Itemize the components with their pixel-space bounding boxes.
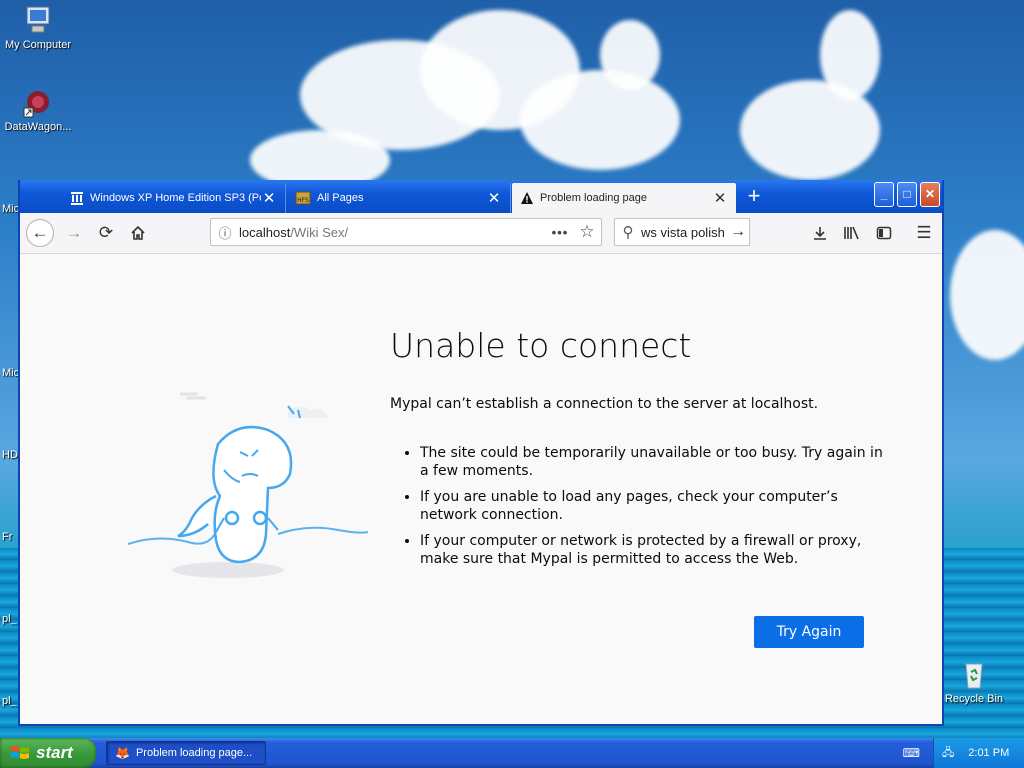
forward-arrow-icon[interactable]: → — [60, 219, 88, 247]
tab-close-icon[interactable]: ✕ — [261, 189, 277, 207]
library-icon — [71, 192, 83, 205]
desktop-icon-datawagon[interactable]: DataWagon... — [0, 86, 76, 133]
desktop-icon-label: My Computer — [4, 39, 72, 51]
hfs-icon: HFS — [295, 191, 311, 205]
tab-title: All Pages — [317, 192, 364, 204]
desktop-partial-label: Mic — [2, 203, 20, 215]
svg-text:HFS: HFS — [297, 197, 309, 204]
tab-windows-xp[interactable]: Windows XP Home Edition SP3 (Po ✕ — [62, 183, 286, 213]
browser-app-icon: 🦊 — [115, 746, 130, 760]
desktop-partial-label: HD — [2, 449, 18, 461]
back-arrow-icon[interactable]: ← — [26, 219, 54, 247]
search-bar[interactable]: ⚲ ws vista polish → — [614, 218, 750, 246]
tab-title: Problem loading page — [540, 192, 648, 204]
nav-toolbar: ← → ⟳ ⓘ localhost/Wiki Sex/ ••• ☆ ⚲ ws v… — [20, 213, 942, 254]
search-go-arrow-icon[interactable]: → — [727, 223, 749, 241]
error-title: Unable to connect — [390, 326, 692, 365]
windows-flag-icon — [11, 746, 29, 759]
page-content: Unable to connect Mypal can’t establish … — [20, 254, 942, 724]
disconnected-dinosaur-illustration — [128, 392, 368, 578]
tab-strip: Windows XP Home Edition SP3 (Po ✕ HFS Al… — [20, 180, 942, 213]
url-text[interactable]: localhost/Wiki Sex/ — [239, 225, 547, 240]
computer-icon — [26, 6, 50, 33]
list-item: If you are unable to load any pages, che… — [420, 488, 890, 524]
datawagon-icon — [23, 91, 49, 118]
new-tab-button[interactable]: + — [740, 184, 768, 210]
start-label: start — [36, 743, 73, 762]
try-again-button[interactable]: Try Again — [754, 616, 864, 648]
maximize-button[interactable]: □ — [897, 182, 917, 207]
desktop-partial-label: Fr — [2, 531, 13, 543]
url-bar[interactable]: ⓘ localhost/Wiki Sex/ ••• ☆ — [210, 218, 602, 246]
start-button[interactable]: start — [0, 738, 96, 768]
cloud — [820, 10, 880, 100]
info-icon[interactable]: ⓘ — [211, 223, 239, 242]
cloud — [600, 20, 660, 90]
tab-close-icon[interactable]: ✕ — [712, 189, 728, 207]
warning-icon — [521, 192, 533, 204]
clock[interactable]: 2:01 PM — [968, 747, 1009, 759]
tab-title: Windows XP Home Edition SP3 (Po — [90, 192, 261, 204]
close-button[interactable]: ✕ — [920, 182, 940, 207]
downloads-icon[interactable] — [806, 219, 834, 247]
menu-hamburger-icon[interactable]: ☰ — [910, 219, 938, 247]
network-icon[interactable]: 🖧 — [942, 744, 954, 763]
minimize-button[interactable]: _ — [874, 182, 894, 207]
search-input[interactable]: ws vista polish — [641, 225, 727, 240]
error-description: Mypal can’t establish a connection to th… — [390, 396, 819, 412]
error-suggestions: The site could be temporarily unavailabl… — [404, 444, 890, 576]
reload-icon[interactable]: ⟳ — [92, 219, 120, 247]
desktop-partial-label: pl_ — [2, 613, 17, 625]
list-item: The site could be temporarily unavailabl… — [420, 444, 890, 480]
tab-close-icon[interactable]: ✕ — [486, 189, 502, 207]
tab-problem-loading[interactable]: Problem loading page ✕ — [512, 183, 736, 213]
taskbar-item-browser[interactable]: 🦊 Problem loading page... — [106, 741, 266, 765]
recycle-bin-icon — [965, 663, 983, 689]
page-actions-icon[interactable]: ••• — [547, 225, 573, 240]
search-icon: ⚲ — [622, 224, 634, 241]
taskbar: start 🦊 Problem loading page... ⌨ 🖧 2:01… — [0, 738, 1024, 768]
desktop-icon-my-computer[interactable]: My Computer — [0, 4, 76, 51]
library-shelf-icon[interactable] — [838, 219, 866, 247]
url-host: localhost — [239, 224, 291, 240]
url-path: /Wiki Sex/ — [290, 224, 349, 240]
desktop-icon-recycle-bin[interactable]: Recycle Bin — [936, 658, 1012, 705]
system-tray: 🖧 2:01 PM — [933, 738, 1024, 768]
home-icon[interactable] — [124, 219, 152, 247]
desktop-icon-label: DataWagon... — [4, 121, 72, 133]
sidebar-icon[interactable] — [870, 219, 898, 247]
desktop-partial-label: Mic — [2, 367, 20, 379]
bookmark-star-icon[interactable]: ☆ — [573, 222, 601, 242]
desktop-partial-label: pl_ — [2, 695, 17, 707]
browser-window: Windows XP Home Edition SP3 (Po ✕ HFS Al… — [18, 180, 944, 726]
desktop-icon-label: Recycle Bin — [944, 693, 1004, 705]
list-item: If your computer or network is protected… — [420, 532, 890, 568]
keyboard-icon[interactable]: ⌨ — [903, 746, 920, 760]
tab-all-pages[interactable]: HFS All Pages ✕ — [287, 183, 511, 213]
taskbar-item-label: Problem loading page... — [135, 747, 253, 759]
cloud — [950, 230, 1024, 360]
cloud — [520, 70, 680, 170]
